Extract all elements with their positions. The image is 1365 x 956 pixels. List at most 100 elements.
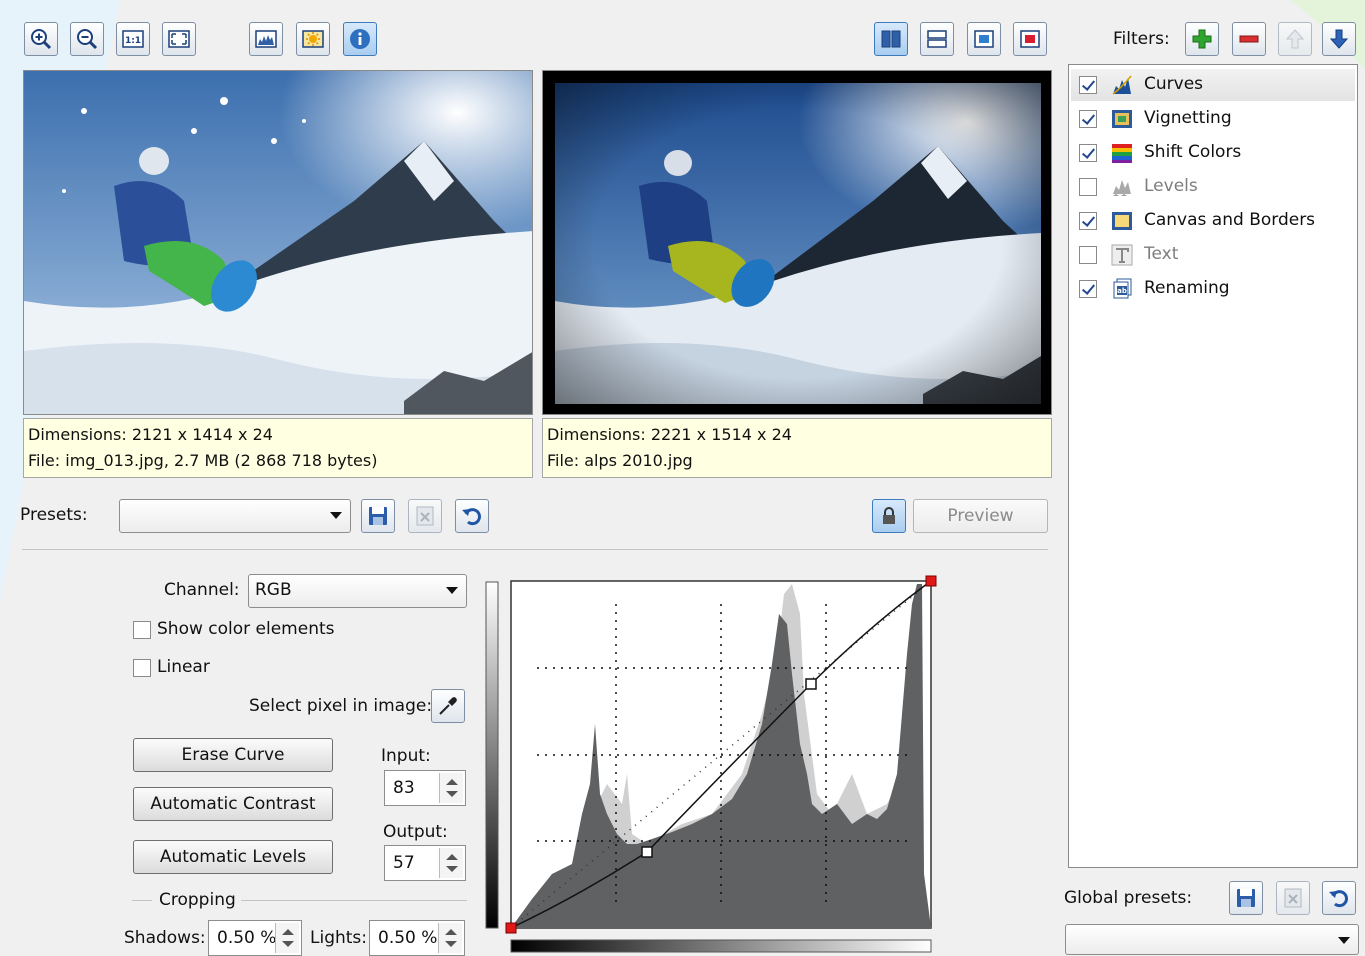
lights-stepper[interactable]: 0.50 % (369, 920, 465, 956)
filter-item-renaming[interactable]: ab Renaming (1071, 273, 1355, 305)
cropping-line-right (241, 900, 467, 901)
brightness-button[interactable] (296, 22, 330, 56)
preview-image-panel[interactable] (542, 70, 1052, 415)
automatic-contrast-button[interactable]: Automatic Contrast (133, 787, 333, 821)
curve-point-black[interactable] (505, 922, 517, 934)
filter-label: Vignetting (1144, 108, 1232, 128)
filter-item-vignetting[interactable]: Vignetting (1071, 103, 1355, 135)
lights-spin-arrows[interactable] (438, 923, 462, 953)
presets-label: Presets: (20, 505, 88, 525)
filter-item-canvas-and-borders[interactable]: Canvas and Borders (1071, 205, 1355, 237)
move-filter-down-button[interactable] (1322, 22, 1356, 56)
filter-label: Levels (1144, 176, 1198, 196)
filter-item-curves[interactable]: Curves (1071, 69, 1355, 101)
filter-list[interactable]: Curves Vignetting Shift Colors Levels Ca… (1068, 64, 1358, 868)
channel-label: Channel: (164, 580, 240, 600)
filter-label: Curves (1144, 74, 1204, 94)
channel-dropdown[interactable]: RGB (248, 574, 467, 608)
fit-to-window-button[interactable] (162, 22, 196, 56)
lights-label: Lights: (310, 928, 368, 948)
actual-size-icon: 1:1 (122, 30, 144, 48)
chevron-down-icon (446, 587, 458, 594)
output-value[interactable]: 57 (393, 853, 415, 873)
histogram-icon (255, 30, 277, 48)
canvas-borders-icon (1112, 212, 1132, 230)
single-view-icon (974, 30, 994, 48)
arrow-down-icon (1329, 29, 1349, 49)
output-spin-arrows[interactable] (439, 848, 463, 878)
save-global-preset-button[interactable] (1229, 881, 1263, 915)
save-icon (369, 507, 387, 525)
lights-value[interactable]: 0.50 % (378, 928, 437, 948)
original-dimensions: Dimensions: 2121 x 1414 x 24 (28, 425, 273, 444)
filter-item-shift-colors[interactable]: Shift Colors (1071, 137, 1355, 169)
delete-global-preset-button[interactable] (1276, 881, 1310, 915)
curve-point-white[interactable] (925, 575, 937, 587)
preview-file: File: alps 2010.jpg (547, 451, 693, 470)
original-view-button[interactable] (1013, 22, 1047, 56)
single-view-button[interactable] (967, 22, 1001, 56)
split-horizontal-button[interactable] (920, 22, 954, 56)
chevron-down-icon (1338, 937, 1350, 944)
filters-label: Filters: (1113, 29, 1170, 49)
plus-icon (1192, 29, 1212, 49)
section-divider (22, 549, 1048, 550)
input-gradient-bar (510, 939, 932, 953)
filter-checkbox[interactable] (1079, 280, 1097, 298)
shadows-value[interactable]: 0.50 % (217, 928, 276, 948)
zoom-out-icon (77, 29, 98, 50)
save-preset-button[interactable] (361, 499, 395, 533)
filter-item-text[interactable]: Text (1071, 239, 1355, 271)
delete-preset-button[interactable] (408, 499, 442, 533)
original-image-panel[interactable] (23, 70, 533, 415)
automatic-levels-button[interactable]: Automatic Levels (133, 840, 333, 874)
preview-button[interactable]: Preview (913, 499, 1048, 533)
curve-point-mid[interactable] (641, 846, 653, 858)
erase-curve-button[interactable]: Erase Curve (133, 738, 333, 772)
filter-checkbox[interactable] (1079, 110, 1097, 128)
remove-filter-button[interactable] (1232, 22, 1266, 56)
filter-label: Shift Colors (1144, 142, 1242, 162)
move-filter-up-button[interactable] (1278, 22, 1312, 56)
zoom-in-icon (31, 29, 52, 50)
show-color-elements-checkbox[interactable] (133, 621, 151, 639)
shadows-stepper[interactable]: 0.50 % (208, 920, 302, 956)
histogram-button[interactable] (249, 22, 283, 56)
info-button[interactable] (343, 22, 377, 56)
curves-graph[interactable] (482, 574, 942, 955)
filter-checkbox[interactable] (1079, 246, 1097, 264)
filter-checkbox[interactable] (1079, 212, 1097, 230)
filter-item-levels[interactable]: Levels (1071, 171, 1355, 203)
undo-preset-button[interactable] (455, 499, 489, 533)
filter-checkbox[interactable] (1079, 144, 1097, 162)
preview-dimensions: Dimensions: 2221 x 1514 x 24 (547, 425, 792, 444)
zoom-in-button[interactable] (24, 22, 58, 56)
cropping-line-left (132, 900, 152, 901)
sun-icon (302, 30, 324, 48)
global-presets-dropdown[interactable] (1065, 924, 1359, 955)
show-color-elements-label[interactable]: Show color elements (157, 619, 335, 639)
linear-checkbox[interactable] (133, 659, 151, 677)
eyedropper-button[interactable] (431, 689, 465, 723)
split-vertical-button[interactable] (874, 22, 908, 56)
text-icon (1111, 244, 1133, 266)
global-presets-label: Global presets: (1064, 888, 1193, 908)
input-spin-arrows[interactable] (439, 773, 463, 803)
add-filter-button[interactable] (1185, 22, 1219, 56)
filter-checkbox[interactable] (1079, 178, 1097, 196)
cropping-label: Cropping (159, 890, 236, 910)
curve-point-high[interactable] (805, 678, 817, 690)
presets-dropdown[interactable] (119, 499, 351, 533)
input-stepper[interactable]: 83 (384, 770, 466, 806)
input-value[interactable]: 83 (393, 778, 415, 798)
output-stepper[interactable]: 57 (384, 845, 466, 881)
actual-size-button[interactable]: 1:1 (116, 22, 150, 56)
delete-preset-icon (1284, 888, 1302, 908)
lock-preview-button[interactable] (872, 499, 906, 533)
zoom-out-button[interactable] (70, 22, 104, 56)
output-gradient-bar (485, 581, 499, 929)
undo-global-preset-button[interactable] (1322, 881, 1356, 915)
filter-checkbox[interactable] (1079, 76, 1097, 94)
shadows-spin-arrows[interactable] (275, 923, 299, 953)
linear-label[interactable]: Linear (157, 657, 210, 677)
